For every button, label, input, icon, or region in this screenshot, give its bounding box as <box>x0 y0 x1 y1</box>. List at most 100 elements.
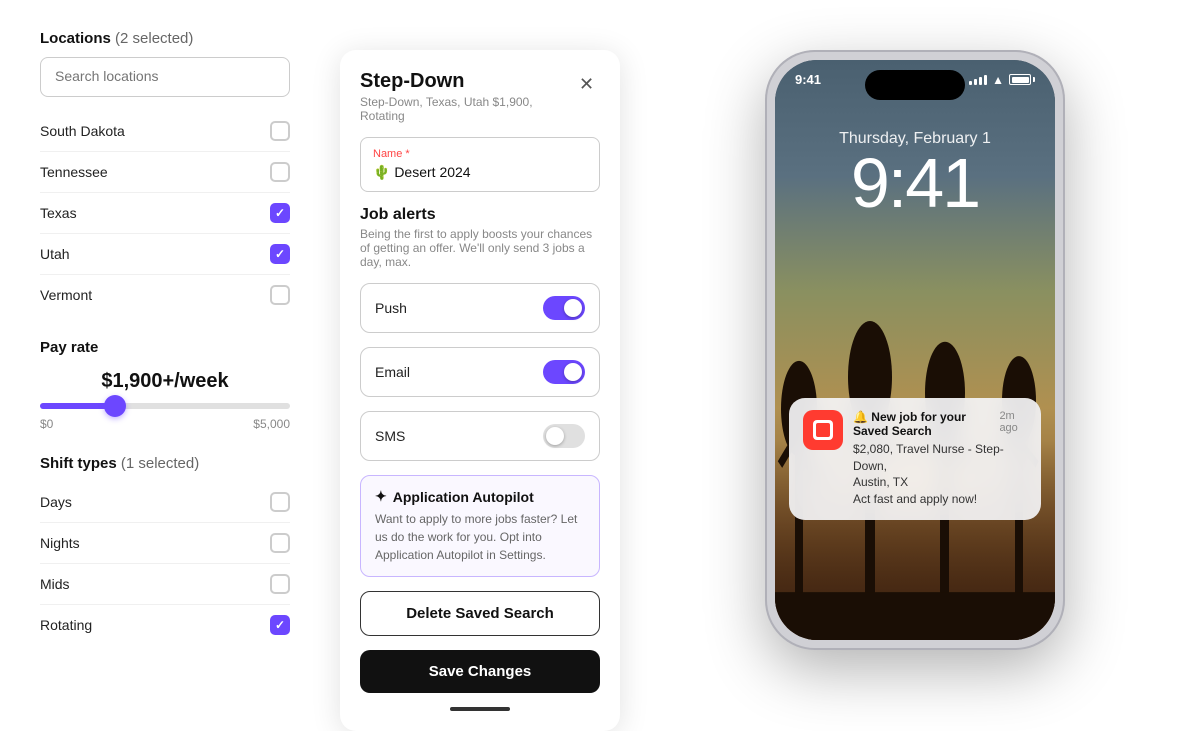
slider-thumb[interactable] <box>104 395 126 417</box>
checkbox-days[interactable] <box>270 492 290 512</box>
shift-name: Rotating <box>40 617 92 633</box>
bar2 <box>974 79 977 85</box>
shift-types-count: (1 selected) <box>121 455 199 472</box>
list-item[interactable]: Days <box>40 482 290 523</box>
modal-subtitle: Step-Down, Texas, Utah $1,900, Rotating <box>360 95 573 123</box>
slider-min: $0 <box>40 417 53 431</box>
email-toggle[interactable] <box>543 360 585 384</box>
alert-sms[interactable]: SMS <box>360 411 600 461</box>
alert-push[interactable]: Push <box>360 283 600 333</box>
autopilot-desc: Want to apply to more jobs faster? Let u… <box>375 510 585 564</box>
notif-line2: Austin, TX <box>853 475 908 489</box>
job-alerts-title: Job alerts <box>360 206 600 224</box>
modal-title: Step-Down <box>360 70 573 93</box>
locations-count: (2 selected) <box>115 30 193 47</box>
delete-saved-search-button[interactable]: Delete Saved Search <box>360 591 600 636</box>
bar1 <box>969 81 972 85</box>
name-field-label: Name * <box>373 148 587 160</box>
app-icon-bg <box>805 412 841 448</box>
shift-types-list: Days Nights Mids Rotating <box>40 482 290 645</box>
toggle-thumb <box>564 363 582 381</box>
slider-labels: $0 $5,000 <box>40 417 290 431</box>
location-name: South Dakota <box>40 123 125 139</box>
pay-rate-section: Pay rate $1,900+/week $0 $5,000 <box>40 339 290 431</box>
pay-rate-label: Pay rate <box>40 339 290 356</box>
signal-bars-icon <box>969 75 987 85</box>
toggle-thumb <box>546 427 564 445</box>
autopilot-header: ✦ Application Autopilot <box>375 488 585 505</box>
pay-rate-value: $1,900+/week <box>40 370 290 393</box>
sms-toggle[interactable] <box>543 424 585 448</box>
list-item[interactable]: Mids <box>40 564 290 605</box>
checkbox-rotating[interactable] <box>270 615 290 635</box>
pay-rate-slider[interactable] <box>40 403 290 409</box>
status-right: ▲ <box>969 73 1035 87</box>
dynamic-island <box>865 70 965 100</box>
modal-header-text: Step-Down Step-Down, Texas, Utah $1,900,… <box>360 70 573 123</box>
autopilot-box: ✦ Application Autopilot Want to apply to… <box>360 475 600 577</box>
notification-header: 🔔 New job for your Saved Search 2m ago <box>853 410 1027 438</box>
checkbox-mids[interactable] <box>270 574 290 594</box>
modal-header: Step-Down Step-Down, Texas, Utah $1,900,… <box>360 70 600 123</box>
battery-tip <box>1033 77 1035 82</box>
notification-content: 🔔 New job for your Saved Search 2m ago $… <box>853 410 1027 508</box>
phone-screen: 9:41 ▲ <box>775 60 1055 640</box>
list-item[interactable]: Nights <box>40 523 290 564</box>
app-icon-shape <box>813 420 833 440</box>
name-label-text: Name <box>373 148 402 160</box>
name-field-value[interactable]: 🌵 Desert 2024 <box>373 164 587 181</box>
phone-time: 9:41 <box>775 148 1055 218</box>
checkbox-nights[interactable] <box>270 533 290 553</box>
bar3 <box>979 77 982 85</box>
alert-email[interactable]: Email <box>360 347 600 397</box>
autopilot-label: Application Autopilot <box>393 489 534 505</box>
alert-email-label: Email <box>375 364 410 380</box>
checkbox-utah[interactable] <box>270 244 290 264</box>
locations-label: Locations <box>40 30 111 47</box>
push-toggle[interactable] <box>543 296 585 320</box>
list-item[interactable]: Texas <box>40 193 290 234</box>
checkbox-vermont[interactable] <box>270 285 290 305</box>
save-changes-button[interactable]: Save Changes <box>360 650 600 693</box>
search-input-wrapper[interactable] <box>40 57 290 97</box>
location-list: South Dakota Tennessee Texas Utah Vermon… <box>40 111 290 315</box>
bottom-bar-indicator <box>450 707 510 711</box>
list-item[interactable]: Vermont <box>40 275 290 315</box>
checkbox-south-dakota[interactable] <box>270 121 290 141</box>
locations-section-title: Locations (2 selected) <box>40 30 290 47</box>
phone-outer: 9:41 ▲ <box>765 50 1065 650</box>
status-time: 9:41 <box>795 72 821 87</box>
sparkle-icon: ✦ <box>375 488 387 505</box>
search-input[interactable] <box>55 68 275 84</box>
notification-body: $2,080, Travel Nurse - Step-Down, Austin… <box>853 441 1027 508</box>
location-name: Tennessee <box>40 164 108 180</box>
list-item[interactable]: Rotating <box>40 605 290 645</box>
checkbox-texas[interactable] <box>270 203 290 223</box>
toggle-thumb <box>564 299 582 317</box>
battery-fill <box>1012 77 1029 83</box>
battery-icon <box>1009 74 1035 85</box>
shift-types-title: Shift types (1 selected) <box>40 455 290 472</box>
app-icon-inner <box>816 423 830 437</box>
list-item[interactable]: South Dakota <box>40 111 290 152</box>
shift-name: Days <box>40 494 72 510</box>
close-button[interactable]: ✕ <box>573 70 600 98</box>
name-field[interactable]: Name * 🌵 Desert 2024 <box>360 137 600 192</box>
notif-line3: Act fast and apply now! <box>853 492 977 506</box>
location-name: Utah <box>40 246 70 262</box>
checkbox-tennessee[interactable] <box>270 162 290 182</box>
alert-push-label: Push <box>375 300 407 316</box>
notification-card[interactable]: 🔔 New job for your Saved Search 2m ago $… <box>789 398 1041 520</box>
list-item[interactable]: Utah <box>40 234 290 275</box>
notif-line1: $2,080, Travel Nurse - Step-Down, <box>853 442 1004 473</box>
location-name: Texas <box>40 205 77 221</box>
job-alerts-section: Job alerts Being the first to apply boos… <box>360 206 600 269</box>
phone-date-time: Thursday, February 1 9:41 <box>775 130 1055 218</box>
phone-date: Thursday, February 1 <box>775 130 1055 148</box>
shift-name: Mids <box>40 576 70 592</box>
slider-max: $5,000 <box>253 417 290 431</box>
left-panel: Locations (2 selected) South Dakota Tenn… <box>0 0 330 700</box>
list-item[interactable]: Tennessee <box>40 152 290 193</box>
shift-name: Nights <box>40 535 80 551</box>
modal-panel: Step-Down Step-Down, Texas, Utah $1,900,… <box>340 50 620 731</box>
